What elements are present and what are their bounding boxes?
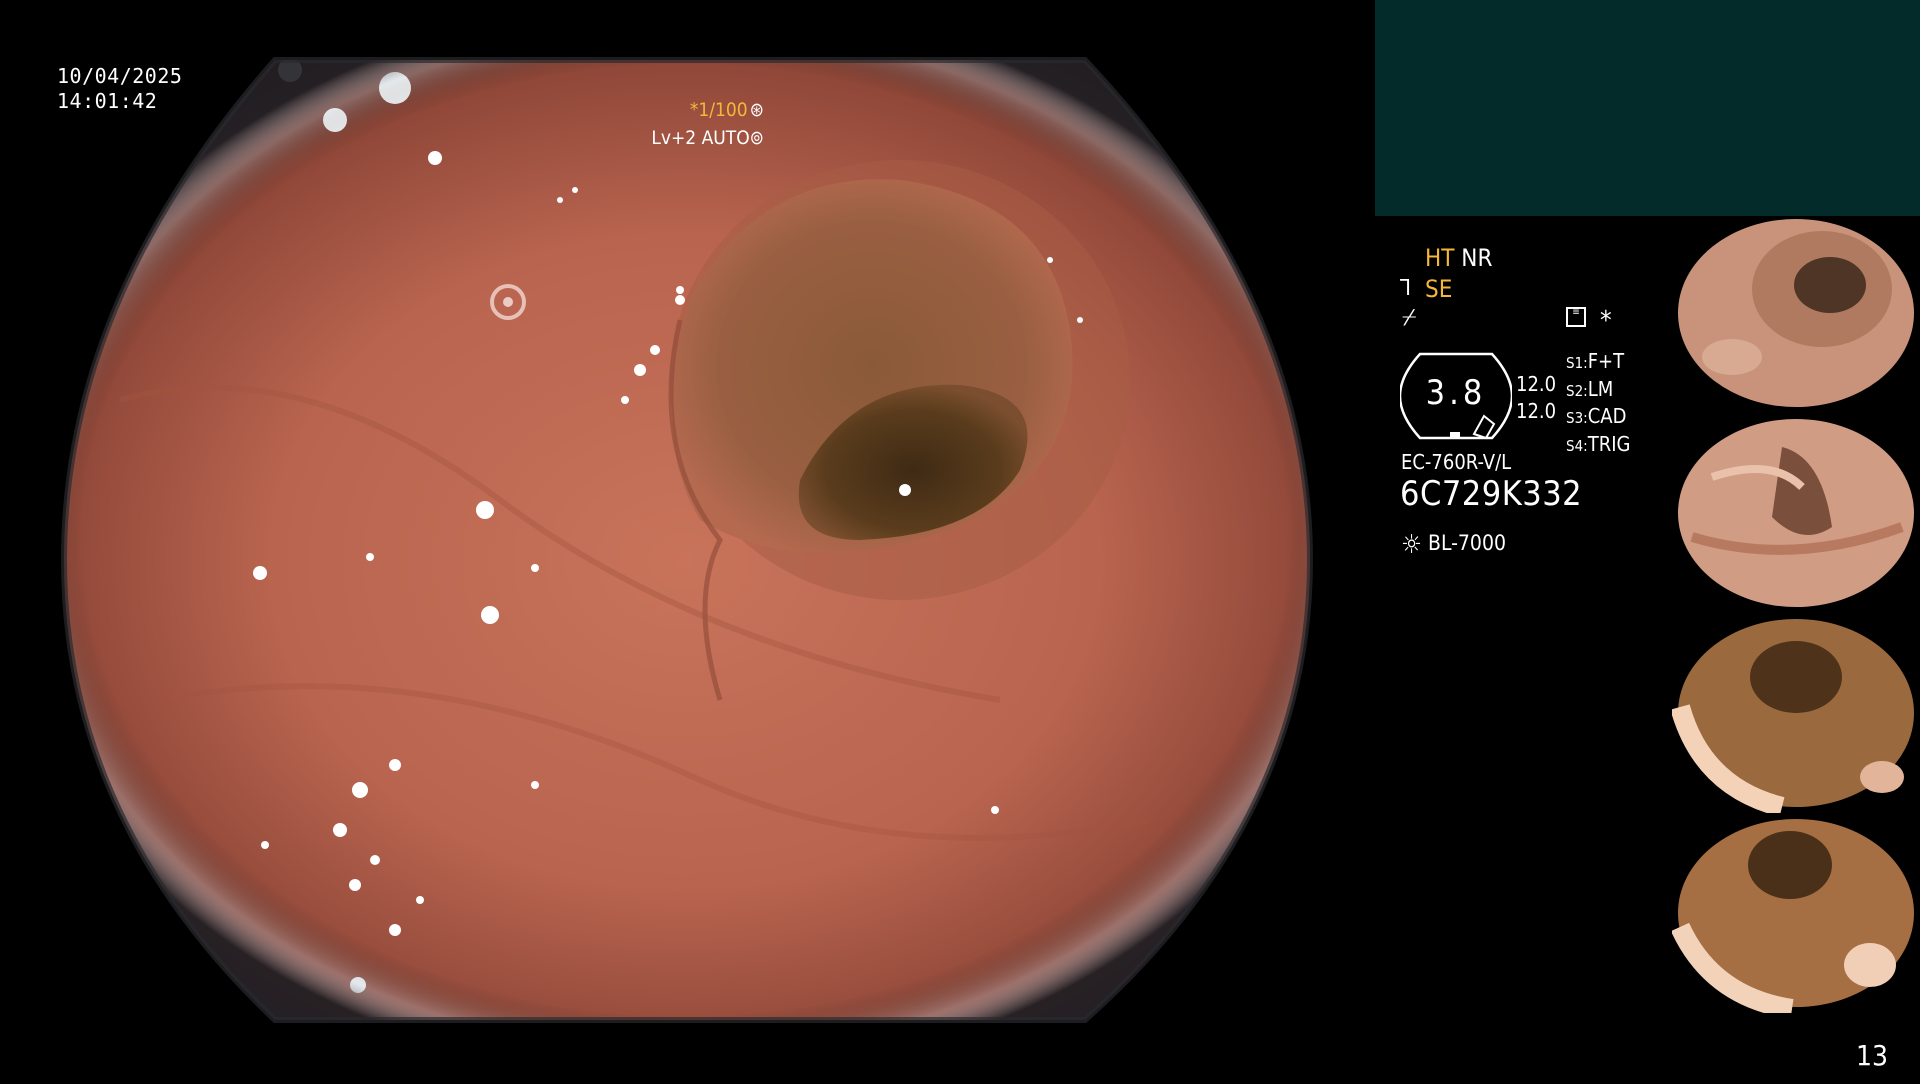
- se-row: SE: [1425, 275, 1452, 303]
- date-time: 10/04/2025 14:01:42: [57, 64, 182, 114]
- switch-item: S2:LM: [1566, 376, 1614, 401]
- scope-model: EC-760R-V/L: [1401, 450, 1512, 474]
- light-source: ☼ BL-7000: [1401, 530, 1506, 560]
- thumbnail-image[interactable]: [1672, 817, 1920, 1013]
- aperture-icon: ⊛: [749, 99, 764, 121]
- target-icon: ⊚: [749, 127, 764, 149]
- shutter-text: *1/100: [689, 99, 748, 121]
- info-box: [1375, 0, 1920, 216]
- gauge-bottom-value: 12.0: [1516, 399, 1557, 423]
- mucosa-image: [60, 57, 1314, 1023]
- structure-enhance-icon: ⅂: [1400, 276, 1412, 301]
- date-text: 10/04/2025: [57, 64, 183, 88]
- ht-nr-row: HT NR: [1425, 244, 1492, 272]
- level-text: Lv+2 AUTO: [651, 127, 750, 149]
- ht-label: HT: [1425, 244, 1455, 272]
- shutter-readout: *1/100 ⊛: [690, 99, 764, 121]
- switch-item: S4:TRIG: [1566, 431, 1631, 456]
- switch-item: S3:CAD: [1566, 404, 1627, 428]
- gauge-top-value: 12.0: [1516, 372, 1557, 396]
- wave-icon: ⌿: [1402, 303, 1417, 331]
- scope-serial: 6C729K332: [1400, 474, 1583, 514]
- time-text: 14:01:42: [57, 89, 158, 113]
- page-number: 13: [1855, 1039, 1888, 1072]
- level-readout: Lv+2 AUTO⊚: [651, 127, 764, 149]
- thumbnail-image[interactable]: [1672, 217, 1920, 413]
- thumbnail-image[interactable]: [1672, 617, 1920, 813]
- star-symbol: *: [1600, 306, 1612, 336]
- thumbnail-image[interactable]: [1672, 417, 1920, 613]
- light-source-text: BL-7000: [1427, 531, 1506, 555]
- thumbnail-strip: [1672, 217, 1920, 1017]
- switch-list: S1:F+T S2:LM S3:CAD S4:TRIG: [1566, 349, 1630, 459]
- endoscope-main-view: 10/04/2025 14:01:42 *1/100 ⊛ Lv+2 AUTO⊚: [0, 0, 1370, 1080]
- se-label: SE: [1425, 275, 1453, 303]
- switch-item: S1:F+T: [1566, 349, 1625, 373]
- sun-icon: ☼: [1401, 530, 1422, 560]
- nr-label: NR: [1461, 244, 1493, 272]
- keyboard-icon: ≡: [1566, 307, 1586, 327]
- gauge-value: 3.8: [1425, 373, 1487, 413]
